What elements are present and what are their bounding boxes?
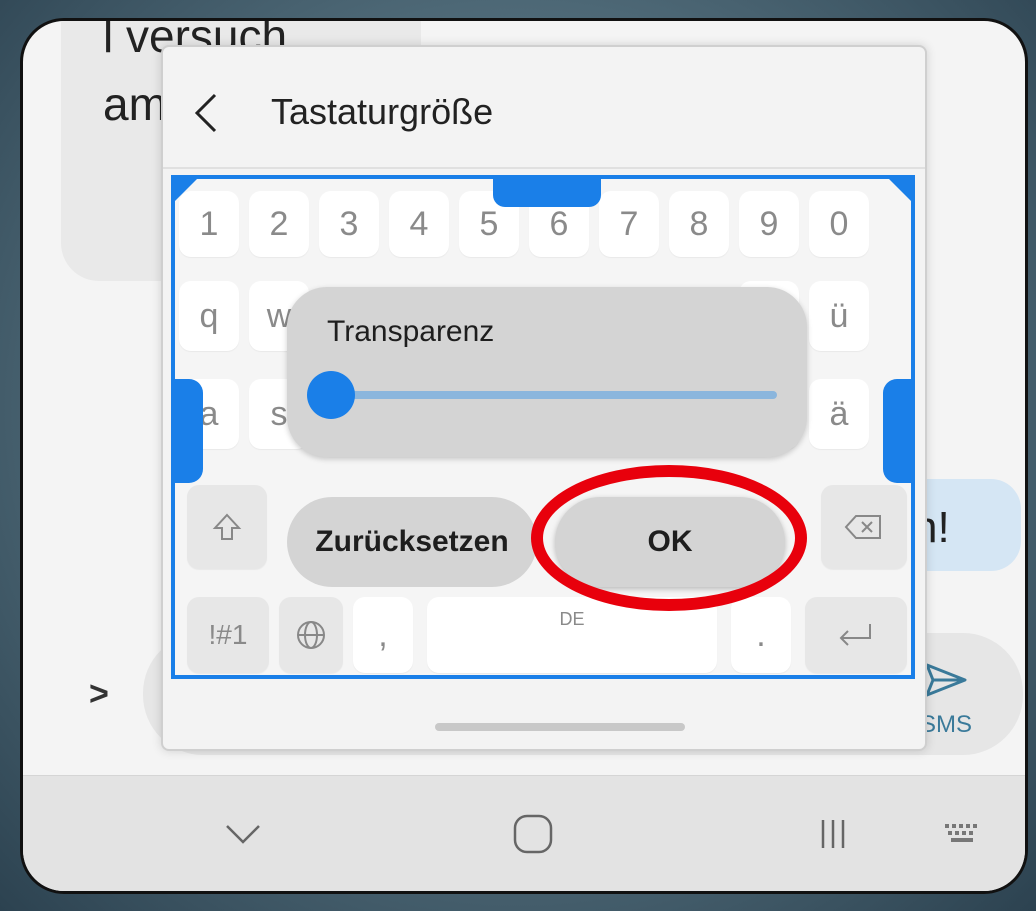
- recent-apps-icon: [821, 819, 845, 848]
- key-8[interactable]: 8: [669, 191, 729, 257]
- back-arrow-icon[interactable]: [191, 91, 221, 135]
- key-ue[interactable]: ü: [809, 281, 869, 351]
- resize-corner-top-right[interactable]: [885, 179, 911, 205]
- resize-handle-left[interactable]: [175, 379, 203, 483]
- key-7[interactable]: 7: [599, 191, 659, 257]
- keyboard-icon: [945, 823, 977, 842]
- key-4[interactable]: 4: [389, 191, 449, 257]
- nav-back-button[interactable]: [183, 776, 303, 891]
- panel-header: Tastaturgröße: [163, 47, 925, 169]
- backspace-key[interactable]: [821, 485, 907, 569]
- transparency-slider-thumb[interactable]: [307, 371, 355, 419]
- resize-handle-top[interactable]: [493, 179, 601, 207]
- phone-screen: l versuch am h! > SMS Tastaturgröße 1 2 …: [20, 18, 1028, 894]
- reset-button[interactable]: Zurücksetzen: [287, 497, 537, 587]
- keyboard-size-panel: Tastaturgröße 1 2 3 4 5 6 7 8 9 0 q w p …: [161, 45, 927, 751]
- incoming-message-line-2: am: [103, 78, 167, 130]
- period-key[interactable]: .: [731, 597, 791, 673]
- enter-key[interactable]: [805, 597, 907, 673]
- panel-drag-handle[interactable]: [435, 723, 685, 731]
- key-0[interactable]: 0: [809, 191, 869, 257]
- resize-handle-right[interactable]: [883, 379, 911, 483]
- transparency-label: Transparenz: [327, 315, 495, 348]
- highlight-ring: [531, 465, 807, 611]
- nav-keyboard-button[interactable]: [903, 776, 1023, 891]
- system-navigation-bar: [23, 775, 1025, 891]
- nav-home-button[interactable]: [473, 776, 593, 891]
- key-1[interactable]: 1: [179, 191, 239, 257]
- shift-key[interactable]: [187, 485, 267, 569]
- key-2[interactable]: 2: [249, 191, 309, 257]
- comma-key[interactable]: ,: [353, 597, 413, 673]
- transparency-slider-track[interactable]: [337, 391, 777, 399]
- enter-icon: [839, 624, 871, 646]
- keyboard-resize-frame[interactable]: 1 2 3 4 5 6 7 8 9 0 q w p ü a s ö ä: [171, 175, 915, 679]
- symbols-key[interactable]: !#1: [187, 597, 269, 673]
- nav-recent-apps-button[interactable]: [773, 776, 893, 891]
- key-3[interactable]: 3: [319, 191, 379, 257]
- expand-chevron-icon[interactable]: >: [89, 675, 109, 714]
- key-ae[interactable]: ä: [809, 379, 869, 449]
- key-q[interactable]: q: [179, 281, 239, 351]
- page-title: Tastaturgröße: [271, 91, 494, 132]
- send-sms-label[interactable]: SMS: [920, 711, 972, 739]
- home-icon: [513, 814, 553, 853]
- language-key[interactable]: [279, 597, 343, 673]
- chevron-down-icon: [226, 824, 260, 844]
- send-icon[interactable]: [923, 657, 969, 703]
- key-9[interactable]: 9: [739, 191, 799, 257]
- shift-icon: [212, 513, 242, 540]
- backspace-icon: [844, 515, 881, 539]
- transparency-popup: Transparenz: [287, 287, 807, 457]
- globe-icon: [297, 621, 325, 649]
